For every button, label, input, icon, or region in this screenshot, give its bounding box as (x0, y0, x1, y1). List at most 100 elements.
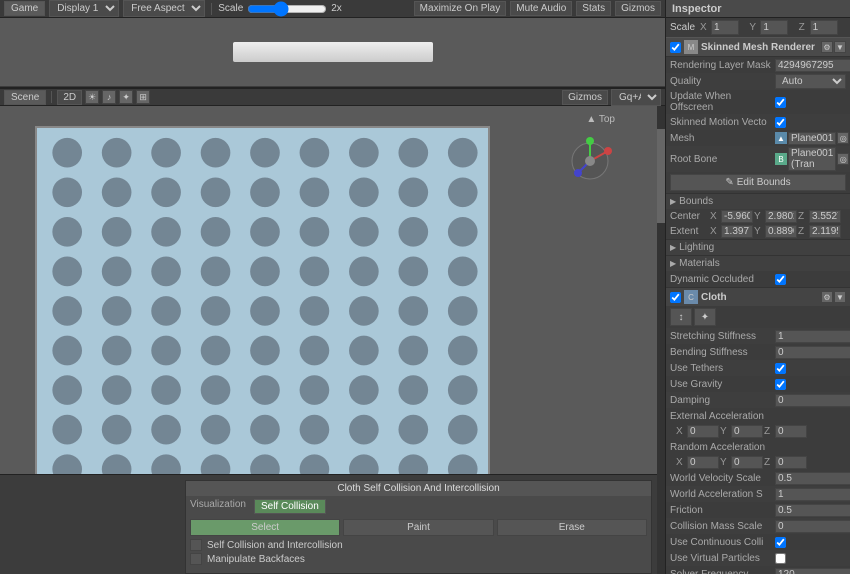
view-select[interactable]: Gq+All (611, 89, 661, 106)
xyz-group: X Y Z (700, 20, 846, 35)
materials-label: Materials (679, 258, 720, 269)
ext-accel-z[interactable] (775, 425, 807, 438)
component-settings-btn[interactable]: ⚙ (821, 41, 833, 53)
rand-accel-y[interactable] (731, 456, 763, 469)
cloth-menu-btn[interactable]: ▼ (834, 291, 846, 303)
scale-row: Scale X Y Z (666, 18, 850, 37)
rand-accel-x[interactable] (687, 456, 719, 469)
use-gravity-label: Use Gravity (670, 379, 775, 390)
ey-label: Y (754, 226, 764, 237)
cloth-tool1[interactable]: ↕ (670, 308, 692, 326)
scale-slider[interactable] (247, 1, 327, 17)
self-collision-tab[interactable]: Self Collision (254, 499, 326, 514)
motion-vector-checkbox[interactable] (775, 117, 786, 128)
rand-accel-z[interactable] (775, 456, 807, 469)
damping-row: Damping (666, 392, 850, 408)
ext-accel-x[interactable] (687, 425, 719, 438)
ext-accel-y[interactable] (731, 425, 763, 438)
gizmos-scene-btn[interactable]: Gizmos (562, 90, 608, 105)
row1-checkbox[interactable] (190, 539, 202, 551)
lighting-section[interactable]: ▶ Lighting (666, 239, 850, 255)
2d-btn[interactable]: 2D (57, 90, 82, 105)
cloth-panel-tabs: Visualization Self Collision (186, 496, 651, 517)
gizmos-btn[interactable]: Gizmos (615, 1, 661, 16)
use-virtual-checkbox[interactable] (775, 553, 786, 564)
audio-btn[interactable]: ♪ (102, 90, 116, 104)
edit-bounds-btn[interactable]: ✎ Edit Bounds (670, 174, 846, 191)
scene-scrollbar-v[interactable] (657, 106, 665, 574)
game-view: Game Display 1 Free Aspect Scale 2x Maxi… (0, 0, 665, 88)
scale-y-input[interactable] (760, 20, 788, 35)
center-x[interactable] (721, 210, 753, 223)
inspector-header: Inspector (666, 0, 850, 18)
world-accel-input[interactable] (775, 488, 850, 501)
cloth-settings-btn[interactable]: ⚙ (821, 291, 833, 303)
mesh-label: Mesh (670, 133, 775, 144)
select-btn[interactable]: Select (190, 519, 340, 536)
quality-row: Quality Auto (666, 73, 850, 90)
scene-scrollbar-thumb[interactable] (657, 129, 665, 223)
scene-view: Scene 2D ☀ ♪ ✦ ⊞ Gizmos Gq+All (0, 88, 665, 574)
solver-freq-input[interactable] (775, 568, 850, 574)
game-tab[interactable]: Game (4, 1, 45, 16)
cx-label: X (710, 211, 720, 222)
display-select[interactable]: Display 1 (49, 0, 119, 17)
cloth-checkbox[interactable] (670, 292, 681, 303)
collision-mass-row: Collision Mass Scale (666, 518, 850, 534)
collision-mass-input[interactable] (775, 520, 850, 533)
maximize-btn[interactable]: Maximize On Play (414, 1, 507, 16)
friction-input[interactable] (775, 504, 850, 517)
extent-xyz: X Y Z (710, 225, 841, 238)
ext-accel-row: External Acceleration (666, 408, 850, 424)
world-vel-input[interactable] (775, 472, 850, 485)
z-label: Z (799, 22, 809, 33)
erase-btn[interactable]: Erase (497, 519, 647, 536)
scene-tab[interactable]: Scene (4, 90, 46, 105)
use-tethers-checkbox[interactable] (775, 363, 786, 374)
cloth-tool2[interactable]: ✦ (694, 308, 716, 326)
update-offscreen-checkbox[interactable] (775, 97, 786, 108)
paint-btn[interactable]: Paint (343, 519, 493, 536)
extent-z[interactable] (809, 225, 841, 238)
extent-x[interactable] (721, 225, 753, 238)
rand-accel-xyz: X Y Z (666, 455, 850, 470)
use-continuous-checkbox[interactable] (775, 537, 786, 548)
center-z[interactable] (809, 210, 841, 223)
mesh-pick[interactable]: ◎ (837, 132, 849, 144)
light-btn[interactable]: ☀ (85, 90, 99, 104)
use-gravity-checkbox[interactable] (775, 379, 786, 390)
stats-btn[interactable]: Stats (576, 1, 611, 16)
scene-gizmo[interactable] (560, 131, 620, 191)
stretching-label: Stretching Stiffness (670, 331, 775, 342)
row2-checkbox[interactable] (190, 553, 202, 565)
materials-triangle: ▶ (670, 259, 676, 268)
nav-btn[interactable]: ⊞ (136, 90, 150, 104)
mesh-icon: ▲ (775, 132, 787, 144)
rendering-layer-input[interactable] (775, 59, 850, 72)
bending-input[interactable] (775, 346, 850, 359)
aspect-select[interactable]: Free Aspect (123, 0, 205, 17)
edit-bounds-icon: ✎ (725, 177, 733, 188)
scale-x-input[interactable] (711, 20, 739, 35)
rand-accel-label: Random Acceleration (670, 442, 775, 453)
materials-section[interactable]: ▶ Materials (666, 255, 850, 271)
mute-btn[interactable]: Mute Audio (510, 1, 572, 16)
stretching-input[interactable] (775, 330, 850, 343)
cloth-icon: C (684, 290, 698, 304)
scale-z-input[interactable] (810, 20, 838, 35)
scene-canvas[interactable]: ▲ Top C (0, 106, 665, 574)
skinned-mesh-icon: M (684, 40, 698, 54)
skinned-mesh-checkbox[interactable] (670, 42, 681, 53)
world-vel-row: World Velocity Scale (666, 470, 850, 486)
component-menu-btn[interactable]: ▼ (834, 41, 846, 53)
bounds-label: Bounds (679, 196, 713, 207)
extent-y[interactable] (765, 225, 797, 238)
effect-btn[interactable]: ✦ (119, 90, 133, 104)
center-y[interactable] (765, 210, 797, 223)
row1-label: Self Collision and Intercollision (204, 540, 647, 551)
dynamic-occluded-checkbox[interactable] (775, 274, 786, 285)
damping-input[interactable] (775, 394, 850, 407)
quality-dropdown[interactable]: Auto (775, 74, 846, 89)
bounds-section[interactable]: ▶ Bounds (666, 193, 850, 209)
root-bone-pick[interactable]: ◎ (837, 153, 849, 165)
